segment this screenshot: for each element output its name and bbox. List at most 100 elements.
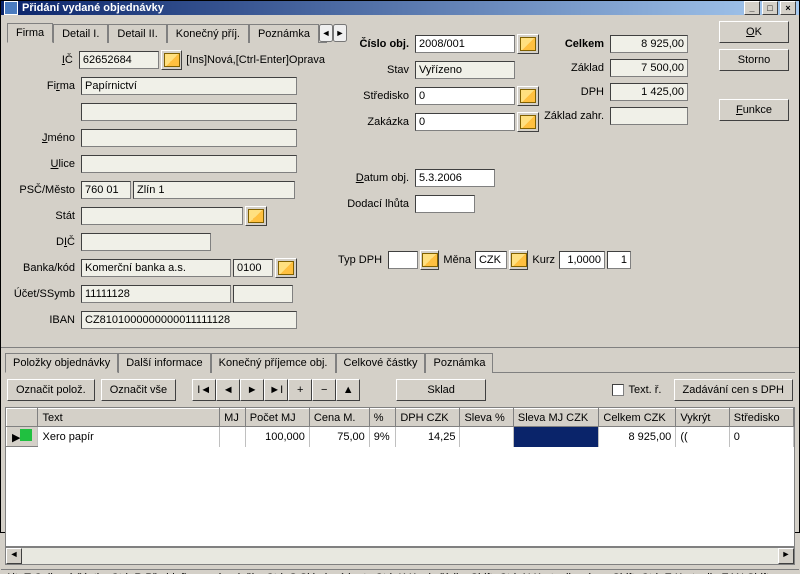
- tab-poznamka[interactable]: Poznámka: [249, 24, 319, 43]
- row-indicator[interactable]: ▶: [7, 427, 38, 447]
- table-row[interactable]: ▶ Xero papír 100,000 75,00 9% 14,25 8 92…: [7, 427, 794, 447]
- cell-pocet[interactable]: 100,000: [245, 427, 309, 447]
- nav-last[interactable]: ►I: [264, 379, 288, 401]
- nav-edit[interactable]: ▲: [336, 379, 360, 401]
- sklad-button[interactable]: Sklad: [396, 379, 486, 401]
- stredisko-lookup-icon[interactable]: [517, 86, 539, 106]
- funkce-button[interactable]: Funkce: [719, 99, 789, 121]
- textr-label: Text. ř.: [628, 384, 661, 396]
- col-mj[interactable]: MJ: [220, 409, 246, 427]
- jmeno-label: Jméno: [9, 132, 81, 144]
- col-sleva[interactable]: Sleva %: [460, 409, 513, 427]
- mena-input[interactable]: [475, 251, 507, 269]
- col-text[interactable]: Text: [38, 409, 220, 427]
- banka-lookup-icon[interactable]: [275, 258, 297, 278]
- ltab-polozky[interactable]: Položky objednávky: [5, 353, 118, 373]
- cell-slevamj[interactable]: [513, 427, 598, 447]
- ltab-poznamka[interactable]: Poznámka: [425, 353, 493, 373]
- nav-prev[interactable]: ◄: [216, 379, 240, 401]
- col-slevamj[interactable]: Sleva MJ CZK: [513, 409, 598, 427]
- col-pocet[interactable]: Počet MJ: [245, 409, 309, 427]
- ltab-celkove[interactable]: Celkové částky: [336, 353, 426, 373]
- cell-text[interactable]: Xero papír: [38, 427, 220, 447]
- maximize-button[interactable]: □: [762, 1, 778, 15]
- col-vykryt[interactable]: Vykrýt: [676, 409, 729, 427]
- ic-label: IČ: [9, 54, 79, 66]
- datum-input[interactable]: [415, 169, 495, 187]
- banka-input[interactable]: [81, 259, 231, 277]
- col-dph[interactable]: DPH CZK: [396, 409, 460, 427]
- cell-celkem[interactable]: 8 925,00: [599, 427, 676, 447]
- scroll-right[interactable]: ►: [778, 548, 794, 564]
- tab-scroll-left[interactable]: ◄: [319, 24, 333, 42]
- mena-lookup-icon[interactable]: [509, 250, 528, 270]
- col-pct[interactable]: %: [369, 409, 396, 427]
- jmeno-input[interactable]: [81, 129, 297, 147]
- grid: Text MJ Počet MJ Cena M. % DPH CZK Sleva…: [5, 407, 795, 547]
- ic-input[interactable]: [79, 51, 159, 69]
- cell-cena[interactable]: 75,00: [309, 427, 369, 447]
- ltab-konecny[interactable]: Konečný příjemce obj.: [211, 353, 336, 373]
- scroll-track[interactable]: [22, 548, 778, 564]
- ulice-label: Ulice: [9, 158, 81, 170]
- banka-kod-input[interactable]: [233, 259, 273, 277]
- firma-label: Firma: [9, 80, 81, 92]
- col-cena[interactable]: Cena M.: [309, 409, 369, 427]
- nav-del[interactable]: −: [312, 379, 336, 401]
- firma-input[interactable]: [81, 77, 297, 95]
- stat-input[interactable]: [81, 207, 243, 225]
- oznacit-poloz-button[interactable]: Označit polož.: [7, 379, 95, 401]
- zadavani-button[interactable]: Zadávání cen s DPH: [674, 379, 794, 401]
- stav-label: Stav: [335, 64, 415, 76]
- stav-input[interactable]: [415, 61, 515, 79]
- cislo-input[interactable]: [415, 35, 515, 53]
- typdph-input[interactable]: [388, 251, 418, 269]
- scroll-left[interactable]: ◄: [6, 548, 22, 564]
- zaklad-zahr-value: [610, 107, 688, 125]
- oznacit-vse-button[interactable]: Označit vše: [101, 379, 176, 401]
- ssymb-input[interactable]: [233, 285, 293, 303]
- mesto-input[interactable]: [133, 181, 295, 199]
- storno-button[interactable]: Storno: [719, 49, 789, 71]
- nav-next[interactable]: ►: [240, 379, 264, 401]
- celkem-label: Celkem: [540, 38, 610, 50]
- ltab-dalsi[interactable]: Další informace: [118, 353, 210, 373]
- lhuta-input[interactable]: [415, 195, 475, 213]
- psc-input[interactable]: [81, 181, 131, 199]
- cell-vykryt[interactable]: ((: [676, 427, 729, 447]
- cell-mj[interactable]: [220, 427, 246, 447]
- lower-toolbar: Označit polož. Označit vše I◄ ◄ ► ►I + −…: [5, 373, 795, 407]
- minimize-button[interactable]: _: [744, 1, 760, 15]
- stredisko-input[interactable]: [415, 87, 515, 105]
- cell-stredisko[interactable]: 0: [729, 427, 793, 447]
- ulice-input[interactable]: [81, 155, 297, 173]
- textr-checkbox[interactable]: [612, 384, 624, 396]
- stat-lookup-icon[interactable]: [245, 206, 267, 226]
- col-celkem[interactable]: Celkem CZK: [599, 409, 676, 427]
- zakazka-lookup-icon[interactable]: [517, 112, 539, 132]
- cell-pct[interactable]: 9%: [369, 427, 396, 447]
- nav-first[interactable]: I◄: [192, 379, 216, 401]
- cell-sleva[interactable]: [460, 427, 513, 447]
- hscroll[interactable]: ◄ ►: [5, 547, 795, 565]
- tab-firma[interactable]: Firma: [7, 23, 53, 43]
- ucet-input[interactable]: [81, 285, 231, 303]
- tab-detail1[interactable]: Detail I.: [53, 24, 108, 43]
- cislo-lookup-icon[interactable]: [517, 34, 539, 54]
- ok-button[interactable]: OK: [719, 21, 789, 43]
- iban-input[interactable]: [81, 311, 297, 329]
- dic-input[interactable]: [81, 233, 211, 251]
- col-indicator[interactable]: [7, 409, 38, 427]
- zakazka-input[interactable]: [415, 113, 515, 131]
- col-stredisko[interactable]: Středisko: [729, 409, 793, 427]
- cell-dph[interactable]: 14,25: [396, 427, 460, 447]
- tab-konecny[interactable]: Konečný příj.: [167, 24, 249, 43]
- kurz2-input[interactable]: [607, 251, 631, 269]
- nav-add[interactable]: +: [288, 379, 312, 401]
- tab-detail2[interactable]: Detail II.: [108, 24, 166, 43]
- close-button[interactable]: ×: [780, 1, 796, 15]
- ic-lookup-icon[interactable]: [161, 50, 182, 70]
- kurz-input[interactable]: [559, 251, 605, 269]
- typdph-lookup-icon[interactable]: [420, 250, 439, 270]
- firma2-input[interactable]: [81, 103, 297, 121]
